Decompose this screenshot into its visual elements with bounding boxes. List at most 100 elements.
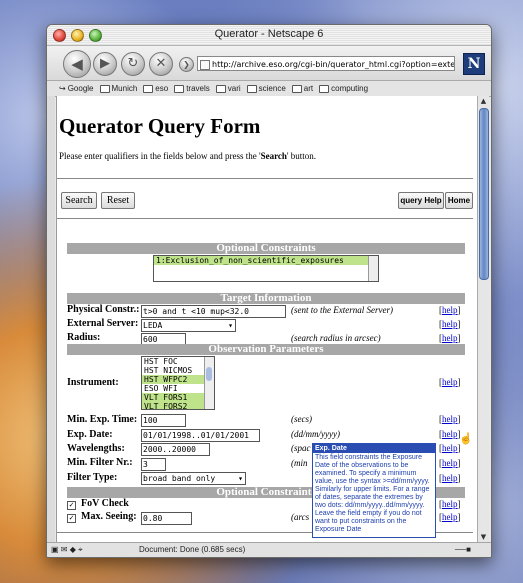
scroll-down-icon[interactable]: ▼ — [479, 533, 488, 542]
query-help-button-top[interactable]: query Help — [398, 192, 444, 209]
arrow-right-icon: ▶ — [100, 56, 110, 71]
wavelengths-input[interactable]: 2000..20000 — [141, 443, 210, 456]
forward-button[interactable]: ▶ — [93, 52, 117, 76]
bookmark-science[interactable]: science — [246, 84, 286, 93]
arrow-left-icon: ◀ — [71, 55, 83, 73]
help-exp-date[interactable]: [help] — [439, 429, 461, 439]
folder-icon — [99, 84, 110, 93]
min-filter-note: (min — [291, 458, 308, 468]
section-optional-constraints: Optional Constraints — [67, 243, 465, 254]
page-icon — [200, 60, 210, 70]
max-seeing-input[interactable]: 0.80 — [141, 512, 192, 525]
help-radius[interactable]: [help] — [439, 333, 461, 343]
url-text: http://archive.eso.org/cgi-bin/querator_… — [212, 60, 455, 69]
physical-constr-note: (sent to the External Server) — [291, 305, 393, 315]
folder-icon — [319, 84, 330, 93]
bookmark-eso[interactable]: eso — [143, 84, 168, 93]
filter-type-label: Filter Type: — [67, 472, 118, 483]
bookmark-munich[interactable]: Munich — [99, 84, 137, 93]
reset-button-top[interactable]: Reset — [101, 192, 135, 209]
title-bar[interactable]: Querator - Netscape 6 — [47, 25, 491, 46]
physical-constr-label: Physical Constr.: — [67, 304, 140, 315]
help-instrument[interactable]: [help] — [439, 377, 461, 387]
bookmark-vari[interactable]: vari — [215, 84, 241, 93]
folder-icon — [143, 84, 154, 93]
help-min-exp-time[interactable]: [help] — [439, 414, 461, 424]
search-button-top[interactable]: Search — [61, 192, 97, 209]
hand-pointer-icon: ☝ — [459, 433, 473, 445]
reload-icon: ↻ — [127, 56, 139, 71]
navigation-toolbar: ◀ ▶ ↻ ✕ ❯ http://archive.eso.org/cgi-bin… — [47, 46, 491, 81]
status-text: Document: Done (0.685 secs) — [139, 545, 246, 554]
page-content: Querator Query Form Please enter qualifi… — [56, 96, 479, 543]
optional-constraints-list[interactable]: 1:Exclusion_of_non_scientific_exposures — [153, 255, 379, 282]
bookmark-art[interactable]: art — [291, 84, 313, 93]
min-exp-time-note: (secs) — [291, 414, 312, 424]
bookmarks-bar: ↪ Google Munich eso travels vari science … — [47, 81, 491, 97]
bookmark-google[interactable]: ↪ Google — [59, 84, 94, 93]
max-seeing-note: (arcs — [291, 512, 310, 522]
fov-check-checkbox[interactable]: ✓ — [67, 501, 76, 510]
filter-type-select[interactable]: broad band only ▾ — [141, 472, 246, 485]
chevron-down-icon: ▾ — [228, 321, 233, 330]
help-physical-constr[interactable]: [help] — [439, 305, 461, 315]
tooltip-title: Exp. Date — [313, 444, 435, 453]
url-bar[interactable]: http://archive.eso.org/cgi-bin/querator_… — [197, 56, 455, 71]
max-seeing-label: Max. Seeing: — [81, 511, 137, 522]
tooltip-body: This field constraints the Exposure Date… — [315, 454, 430, 533]
bookmark-computing[interactable]: computing — [319, 84, 368, 93]
exp-date-label: Exp. Date: — [67, 429, 113, 440]
section-target-information: Target Information — [67, 293, 465, 304]
wavelengths-label: Wavelengths: — [67, 443, 125, 454]
fov-check-label: FoV Check — [81, 498, 129, 509]
folder-icon — [291, 84, 302, 93]
browser-window: Querator - Netscape 6 ◀ ▶ ↻ ✕ ❯ http://a… — [46, 24, 492, 558]
link-icon: ↪ — [59, 84, 66, 93]
window-title: Querator - Netscape 6 — [214, 28, 324, 40]
stop-button[interactable]: ✕ — [149, 52, 173, 76]
reload-button[interactable]: ↻ — [121, 52, 145, 76]
status-bar: ▣ ✉ ◆ ⌖ Document: Done (0.685 secs) ──■ — [47, 542, 491, 557]
wavelengths-note: (spac — [291, 443, 311, 453]
bookmark-travels[interactable]: travels — [174, 84, 210, 93]
folder-icon — [215, 84, 226, 93]
sidebar-handle[interactable] — [47, 96, 55, 543]
home-button-top[interactable]: Home — [445, 192, 473, 209]
folder-icon — [246, 84, 257, 93]
netscape-logo-icon[interactable]: N — [463, 53, 485, 75]
min-exp-time-input[interactable]: 100 — [141, 414, 186, 427]
list-scrollbar[interactable] — [204, 357, 214, 409]
divider — [57, 218, 473, 219]
scroll-up-icon[interactable]: ▲ — [479, 97, 488, 106]
min-filter-input[interactable]: 3 — [141, 458, 166, 471]
vertical-scrollbar[interactable]: ▲ ▼ — [477, 96, 489, 543]
help-min-filter[interactable]: [help] — [439, 458, 461, 468]
exp-date-input[interactable]: 01/01/1998..01/01/2001 — [141, 429, 260, 442]
intro-text: Please enter qualifiers in the fields be… — [59, 151, 317, 161]
instrument-list[interactable]: HST FOC HST NICMOS HST WFPC2 ESO WFI VLT… — [141, 356, 215, 410]
external-server-label: External Server: — [67, 318, 139, 329]
list-scrollbar[interactable] — [368, 256, 378, 281]
section-observation-parameters: Observation Parameters — [67, 344, 465, 355]
radius-label: Radius: — [67, 332, 101, 343]
go-button[interactable]: ❯ — [179, 57, 194, 72]
instrument-label: Instrument: — [67, 377, 119, 388]
physical-constr-input[interactable]: t>0 and t <10 mup<32.0 — [141, 305, 286, 318]
stop-icon: ✕ — [155, 56, 167, 71]
exp-date-note: (dd/mm/yyyy) — [291, 429, 340, 439]
help-filter-type[interactable]: [help] — [439, 473, 461, 483]
external-server-select[interactable]: LEDA ▾ — [141, 319, 236, 332]
page-title: Querator Query Form — [59, 114, 261, 138]
list-item[interactable]: 1:Exclusion_of_non_scientific_exposures — [154, 256, 378, 265]
scroll-thumb[interactable] — [479, 108, 489, 280]
help-max-seeing[interactable]: [help] — [439, 512, 461, 522]
help-fov-check[interactable]: [help] — [439, 499, 461, 509]
progress-indicator-icon: ──■ — [454, 545, 471, 554]
help-external-server[interactable]: [help] — [439, 319, 461, 329]
radius-note: (search radius in arcsec) — [291, 333, 381, 343]
max-seeing-checkbox[interactable]: ✓ — [67, 514, 76, 523]
help-wavelengths[interactable]: [help] — [439, 443, 461, 453]
back-button[interactable]: ◀ — [63, 50, 91, 78]
circle-arrow-icon: ❯ — [183, 60, 190, 69]
chevron-down-icon: ▾ — [238, 474, 243, 483]
